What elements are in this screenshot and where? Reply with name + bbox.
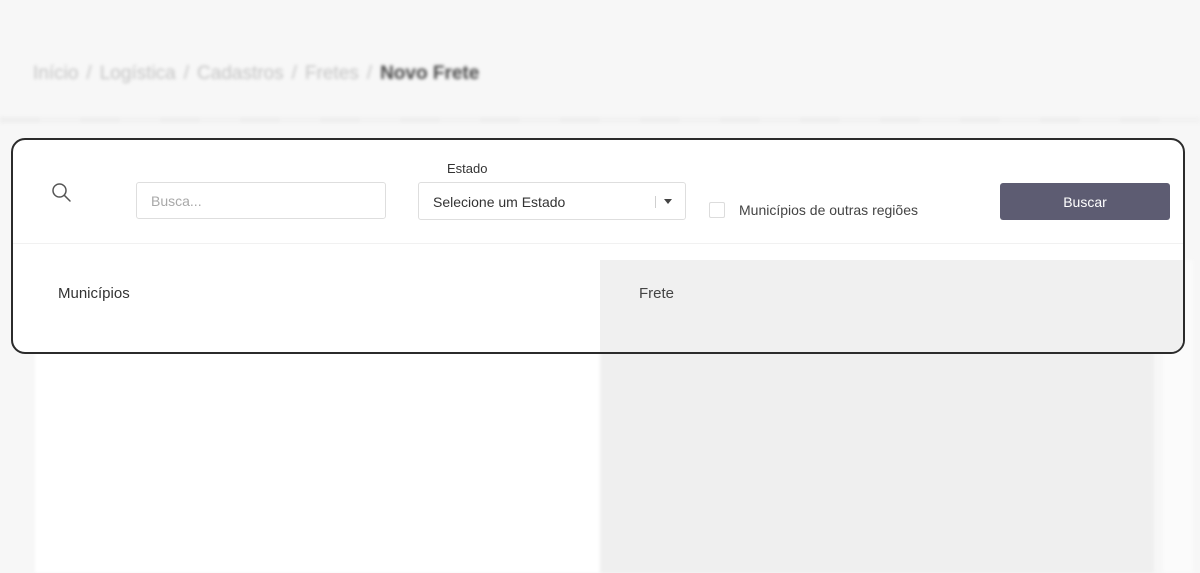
search-icon <box>51 182 73 204</box>
estado-select[interactable]: Selecione um Estado <box>418 182 686 220</box>
estado-select-value: Selecione um Estado <box>433 194 566 210</box>
municipios-title: Municípios <box>58 285 130 302</box>
breadcrumb-separator: / <box>366 63 373 84</box>
search-button[interactable]: Buscar <box>1000 183 1170 220</box>
breadcrumb-separator: / <box>291 63 297 84</box>
breadcrumb-current: Novo Frete <box>380 63 480 84</box>
chevron-down-icon <box>664 199 672 204</box>
estado-label: Estado <box>447 161 488 176</box>
breadcrumb-item-cadastros[interactable]: Cadastros <box>197 63 284 84</box>
other-regions-checkbox[interactable] <box>709 202 725 218</box>
filter-card: Estado Selecione um Estado Municípios de… <box>11 138 1185 354</box>
breadcrumb-separator: / <box>86 63 92 84</box>
select-divider <box>655 196 656 208</box>
frete-panel: Frete <box>600 260 1183 352</box>
breadcrumb: Início / Logística / Cadastros / Fretes / Novo F… <box>33 63 479 85</box>
card-divider <box>13 243 1183 244</box>
breadcrumb-item-inicio[interactable]: Início <box>33 63 78 84</box>
frete-title: Frete <box>639 285 675 302</box>
breadcrumb-item-fretes[interactable]: Fretes <box>305 63 359 84</box>
search-input[interactable] <box>136 182 386 219</box>
breadcrumb-separator: / <box>183 63 190 84</box>
breadcrumb-item-logistica[interactable]: Logística <box>100 63 176 84</box>
other-regions-label[interactable]: Municípios de outras regiões <box>739 202 918 218</box>
background-divider <box>0 117 1200 123</box>
